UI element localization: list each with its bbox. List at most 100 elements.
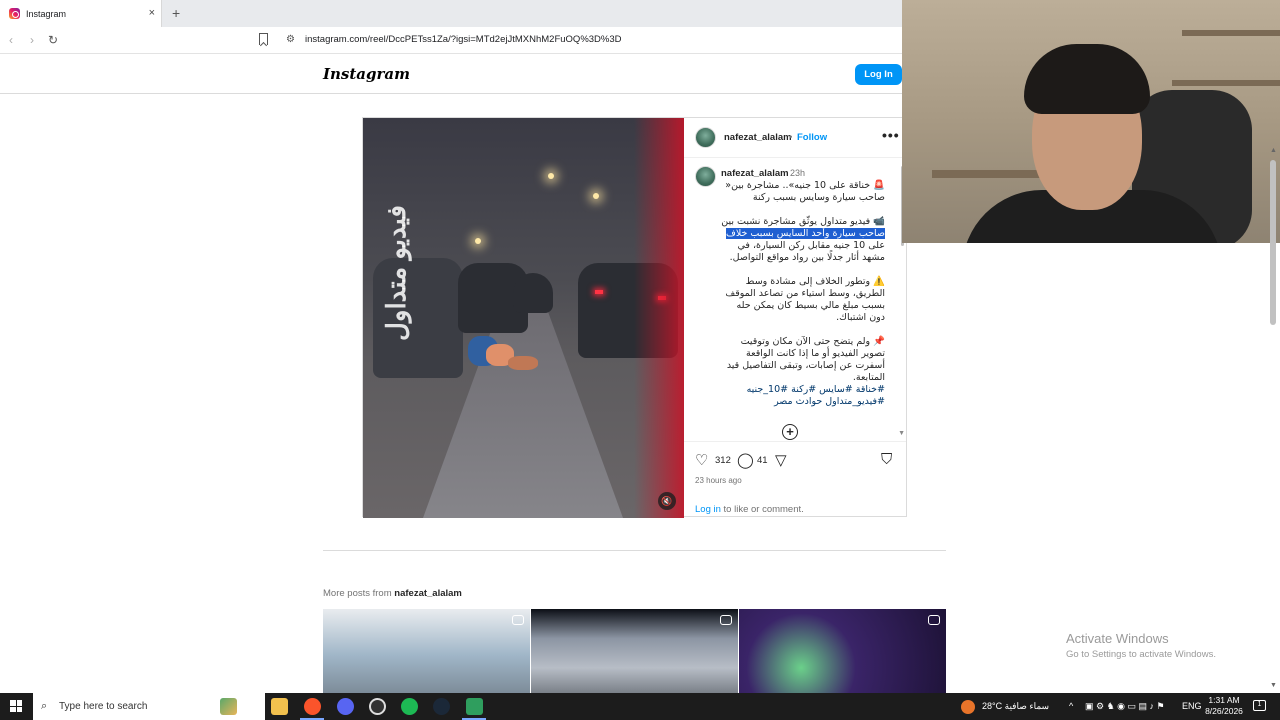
app-icon[interactable]: [466, 698, 483, 715]
back-button[interactable]: ‹: [9, 33, 13, 47]
street-lamp: [593, 193, 599, 199]
comment-count: 41: [757, 455, 768, 466]
related-post-thumbnail[interactable]: [739, 609, 946, 693]
reel-icon: [928, 615, 940, 625]
login-prompt-rest: to like or comment.: [720, 504, 804, 515]
caption-para2-post: على 10 جنيه مقابل ركن السيارة، في مشهد أ…: [729, 240, 885, 263]
follow-button[interactable]: Follow: [797, 132, 827, 143]
post-sidebar: nafezat_alalam • Follow ••• nafezat_alal…: [684, 118, 906, 518]
url-field[interactable]: instagram.com/reel/DccPETss1Za/?igsi=MTd…: [305, 34, 622, 45]
separator-dot: •: [789, 132, 793, 143]
post-username[interactable]: nafezat_alalam: [724, 132, 792, 143]
activate-windows-watermark: Activate Windows Go to Settings to activ…: [1066, 631, 1216, 660]
obs-icon[interactable]: [369, 698, 386, 715]
page-scrollbar[interactable]: [1270, 160, 1276, 325]
like-count: 312: [715, 455, 731, 466]
forward-button[interactable]: ›: [30, 33, 34, 47]
browser-tab-bar: Instagram × +: [0, 0, 902, 27]
caption-line1: 🚨 خناقة على 10 جنيه».. مشاجرة بين« صاحب …: [725, 180, 885, 203]
reel-post: فيديو متداول 🔇 nafezat_alalam • Follow •…: [362, 117, 907, 518]
caption-avatar[interactable]: [695, 166, 716, 187]
notifications-icon[interactable]: 1: [1253, 700, 1266, 711]
instagram-favicon-icon: [9, 8, 20, 19]
post-timestamp: 23 hours ago: [695, 476, 742, 485]
spotify-icon[interactable]: [401, 698, 418, 715]
language-indicator[interactable]: ENG: [1182, 693, 1202, 720]
post-actions: ♡ 312 ◯ 41 ▽ ⛉ 23 hours ago Log in to li…: [684, 441, 906, 518]
clock-time: 1:31 AM: [1208, 695, 1240, 705]
page-scroll-down-icon[interactable]: ▼: [1270, 682, 1277, 689]
more-posts-user[interactable]: nafezat_alalam: [394, 588, 462, 599]
mute-icon[interactable]: 🔇: [658, 492, 676, 510]
new-tab-button[interactable]: +: [172, 5, 180, 21]
bookmark-icon[interactable]: [259, 33, 268, 45]
caption-para2: 📹 فيديو متداول يوثّق مشاجرة نشبت بين صاح…: [721, 216, 885, 264]
caption-para4: 📌 ولم يتضح حتى الآن مكان وتوقيت تصوير ال…: [726, 336, 885, 383]
brave-browser-icon[interactable]: [304, 698, 321, 715]
search-icon: ⌕: [41, 700, 48, 712]
share-icon[interactable]: ▽: [775, 451, 787, 469]
reel-icon: [512, 615, 524, 625]
shelf: [1182, 30, 1280, 36]
person-hair: [1024, 44, 1150, 114]
caption-time: 23h: [790, 168, 806, 178]
reel-icon: [720, 615, 732, 625]
related-post-thumbnail[interactable]: [531, 609, 738, 693]
caption-selection: صاحب سيارة وأحد السايس بسبب خلاف: [726, 228, 885, 239]
search-placeholder: Type here to search: [59, 701, 148, 712]
file-explorer-icon[interactable]: [271, 698, 288, 715]
section-divider: [323, 550, 946, 551]
more-posts-prefix: More posts from: [323, 588, 395, 599]
more-posts-heading: More posts from nafezat_alalam: [323, 588, 462, 599]
discord-icon[interactable]: [337, 698, 354, 715]
caption-username[interactable]: nafezat_alalam: [721, 168, 789, 179]
page-scroll-up-icon[interactable]: ▲: [1270, 147, 1277, 154]
caption-para3: ⚠️ وتطور الخلاف إلى مشادة وسط الطريق، وس…: [725, 276, 885, 323]
tab-instagram[interactable]: Instagram ×: [0, 0, 162, 27]
avatar[interactable]: [695, 127, 716, 148]
street-lamp: [475, 238, 481, 244]
save-icon[interactable]: ⛉: [881, 451, 892, 468]
more-options-icon[interactable]: •••: [882, 127, 900, 143]
tray-icons[interactable]: ▣ ⚙ ♞ ◉ ▭ ▤ ♪ ⚑: [1085, 693, 1165, 720]
post-header: nafezat_alalam • Follow •••: [684, 118, 906, 158]
taskbar: ⌕ Type here to search 28°C سماء صافية ^ …: [0, 693, 1280, 720]
like-icon[interactable]: ♡: [695, 451, 708, 469]
clock-date: 8/26/2026: [1205, 706, 1243, 716]
tail-light: [595, 290, 603, 294]
weather-text[interactable]: 28°C سماء صافية: [982, 693, 1049, 720]
tab-close-icon[interactable]: ×: [149, 7, 155, 19]
parked-car: [513, 273, 553, 313]
tab-title: Instagram: [26, 8, 67, 19]
video-overlay-text: فيديو متداول: [381, 205, 411, 341]
site-settings-icon[interactable]: ⚙: [286, 34, 295, 45]
watermark-title: Activate Windows: [1066, 631, 1169, 646]
shelf: [1172, 80, 1280, 86]
instagram-header: Instagram Log In: [0, 54, 902, 94]
reload-button[interactable]: ↻: [48, 33, 58, 47]
login-link[interactable]: Log in: [695, 504, 721, 515]
caption-hashtags1[interactable]: #خناقة #سايس #ركنة #10_جنيه: [721, 384, 885, 396]
reel-video[interactable]: فيديو متداول 🔇: [363, 118, 684, 518]
tray-overflow-icon[interactable]: ^: [1069, 693, 1073, 720]
caption-area: nafezat_alalam 23h 🚨 خناقة على 10 جنيه».…: [684, 158, 906, 441]
caption-hashtags2[interactable]: #فيديو_متداول حوادث مصر: [721, 396, 885, 408]
screen: Instagram × + ‹ › ↻ ⚙ instagram.com/reel…: [0, 0, 1280, 720]
red-light-glow: [634, 118, 684, 518]
windows-start-icon[interactable]: [10, 700, 22, 712]
taskbar-clock[interactable]: 1:31 AM 8/26/2026: [1200, 695, 1248, 717]
login-button[interactable]: Log In: [855, 64, 902, 85]
address-bar: ‹ › ↻ ⚙ instagram.com/reel/DccPETss1Za/?…: [0, 27, 902, 54]
comment-icon[interactable]: ◯: [737, 451, 754, 469]
instagram-logo[interactable]: Instagram: [323, 65, 410, 83]
caption-scroll-down-icon[interactable]: ▼: [898, 430, 905, 437]
login-prompt: Log in to like or comment.: [695, 504, 804, 515]
weather-icon[interactable]: [961, 700, 975, 714]
people-fighting: [468, 336, 548, 376]
weather-widget-icon[interactable]: [220, 698, 237, 715]
related-post-thumbnail[interactable]: [323, 609, 530, 693]
caption-para2-pre: 📹 فيديو متداول يوثّق مشاجرة نشبت بين: [721, 216, 885, 227]
street-lamp: [548, 173, 554, 179]
steam-icon[interactable]: [433, 698, 450, 715]
load-more-comments-icon[interactable]: +: [782, 424, 798, 440]
